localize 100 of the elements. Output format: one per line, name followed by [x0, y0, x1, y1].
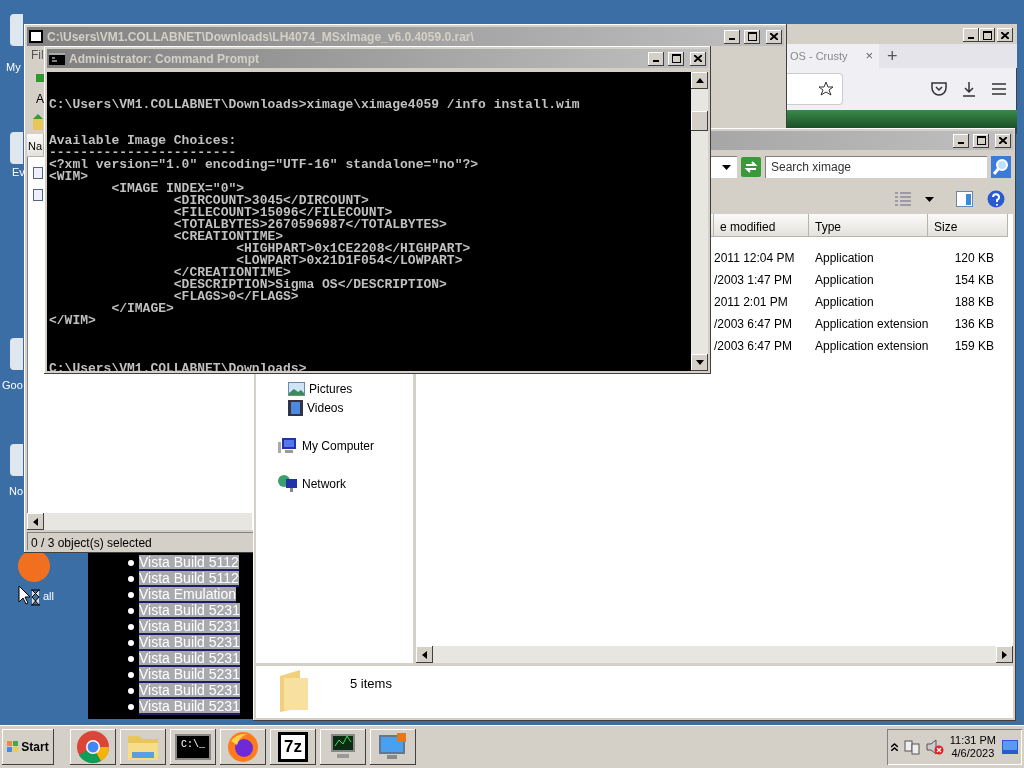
- desktop-icon-label[interactable]: No: [9, 483, 24, 500]
- console-line: <TOTALBYTES>2670596987</TOTALBYTES>: [172, 219, 448, 231]
- table-cell-text: 2011 12:04 PM: [714, 250, 796, 267]
- bullet-icon: [128, 688, 134, 694]
- console-line: ------------------------: [49, 147, 237, 159]
- taskbar-button[interactable]: [120, 728, 166, 765]
- bullet-icon: [128, 624, 134, 630]
- taskbar-button[interactable]: [70, 728, 116, 765]
- app-icon: [29, 30, 43, 43]
- desktop-icon-label[interactable]: all: [43, 588, 54, 605]
- scrollbar[interactable]: [27, 513, 252, 530]
- column-header[interactable]: Na: [27, 134, 44, 157]
- help-icon[interactable]: [987, 190, 1005, 208]
- file-icon[interactable]: [33, 188, 43, 201]
- close-button[interactable]: [997, 28, 1013, 42]
- close-button[interactable]: [690, 51, 706, 66]
- cursor-icon: [18, 585, 42, 607]
- table-cell-text: 2011 2:01 PM: [714, 294, 789, 311]
- console-line: <HIGHPART>0x1CE2208</HIGHPART>: [235, 243, 472, 255]
- preview-pane-icon[interactable]: [956, 191, 973, 207]
- desktop-icon-label[interactable]: My: [6, 59, 21, 76]
- refresh-icon: [741, 157, 761, 177]
- archive-icon: 7z: [278, 731, 308, 762]
- nav-label: Videos: [307, 399, 344, 417]
- show-desktop-icon[interactable]: [1002, 739, 1018, 754]
- column-header[interactable]: Size: [928, 214, 1008, 237]
- table-cell-text: Application: [814, 294, 875, 311]
- pocket-icon[interactable]: [931, 82, 947, 96]
- minimize-button[interactable]: [953, 133, 969, 148]
- maximize-button[interactable]: [668, 51, 684, 66]
- network-status-icon[interactable]: [903, 738, 920, 755]
- close-icon: [1001, 31, 1009, 39]
- start-button[interactable]: Start: [2, 728, 54, 765]
- desktop-icon-label[interactable]: Goo: [2, 377, 23, 394]
- chevron-icon[interactable]: [890, 742, 898, 751]
- console-line: <CREATIONTIME>: [172, 231, 284, 243]
- console-line: <?xml version="1.0" encoding="UTF-16" standalone="no"?>: [49, 159, 480, 171]
- taskbar-button[interactable]: [370, 728, 416, 765]
- maximize-button[interactable]: [973, 133, 989, 148]
- left-arrow-icon: [422, 650, 427, 659]
- refresh-button[interactable]: [741, 157, 761, 177]
- monitor-icon: [377, 731, 409, 762]
- console-line: <WIM>: [49, 171, 89, 183]
- desktop-icon-label[interactable]: Ev: [12, 164, 25, 181]
- tab-close-button[interactable]: ×: [865, 46, 873, 66]
- console-line: </CREATIONTIME>: [172, 267, 291, 279]
- close-button[interactable]: [995, 133, 1011, 148]
- table-cell-text: /2003 6:47 PM: [714, 338, 794, 355]
- taskbar-button[interactable]: 7z: [270, 728, 316, 765]
- maximize-icon: [976, 136, 986, 145]
- taskbar-button[interactable]: [220, 728, 266, 765]
- browser-tab[interactable]: OS - Crusty ×: [787, 44, 879, 68]
- network-icon: [278, 475, 298, 492]
- table-cell-text: Application: [814, 272, 875, 289]
- desktop-icon[interactable]: [18, 550, 50, 582]
- close-button[interactable]: [766, 29, 782, 44]
- clock[interactable]: 11:31 PM 4/6/2023: [949, 733, 996, 760]
- file-icon[interactable]: [33, 166, 43, 179]
- menu-item[interactable]: Fil: [31, 46, 44, 62]
- minimize-button[interactable]: [648, 51, 664, 66]
- nav-item[interactable]: Network: [256, 474, 413, 493]
- console-line: </WIM>: [49, 315, 97, 327]
- column-header[interactable]: Type: [809, 214, 928, 237]
- muted-speaker-icon[interactable]: [925, 738, 944, 755]
- up-arrow-icon: [695, 78, 704, 83]
- minimize-button[interactable]: [963, 28, 979, 42]
- star-icon[interactable]: [818, 81, 834, 97]
- scrollbar[interactable]: [691, 72, 708, 371]
- nav-item[interactable]: Videos: [256, 398, 413, 417]
- computer-icon: [278, 437, 298, 454]
- status-text: 5 items: [350, 675, 392, 693]
- search-button[interactable]: [991, 156, 1011, 178]
- column-header[interactable]: e modified: [714, 214, 809, 237]
- console-line: <IMAGE INDEX="0">: [110, 183, 245, 195]
- search-field[interactable]: Search ximage: [765, 156, 987, 178]
- left-arrow-icon: [33, 517, 38, 526]
- close-icon: [694, 55, 702, 62]
- table-cell-text: 136 KB: [953, 316, 995, 333]
- taskbar-button[interactable]: [320, 728, 366, 765]
- table-cell-text: Application extension: [814, 316, 928, 333]
- new-tab-button[interactable]: +: [887, 47, 898, 65]
- nav-item[interactable]: My Computer: [256, 436, 413, 455]
- dropdown-icon[interactable]: [722, 164, 731, 170]
- download-icon[interactable]: [961, 81, 977, 97]
- menu-icon[interactable]: [991, 83, 1007, 95]
- scroll-thumb[interactable]: [691, 111, 708, 131]
- minimize-button[interactable]: [724, 29, 740, 44]
- console-line: <FLAGS>0</FLAGS>: [173, 291, 299, 303]
- bullet-icon: [128, 592, 134, 598]
- scrollbar[interactable]: [416, 646, 1013, 663]
- nav-label: Pictures: [309, 380, 353, 398]
- maximize-button[interactable]: [979, 28, 995, 42]
- table-cell-text: Application: [814, 250, 875, 267]
- dropdown-icon[interactable]: [925, 196, 934, 202]
- maximize-button[interactable]: [744, 29, 760, 44]
- console-line: <DIRCOUNT>3045</DIRCOUNT>: [172, 195, 369, 207]
- nav-item[interactable]: Pictures: [256, 379, 413, 398]
- window-title: Administrator: Command Prompt: [69, 50, 260, 68]
- table-cell-text: Application extension: [814, 338, 928, 355]
- table-cell-text: 188 KB: [953, 294, 995, 311]
